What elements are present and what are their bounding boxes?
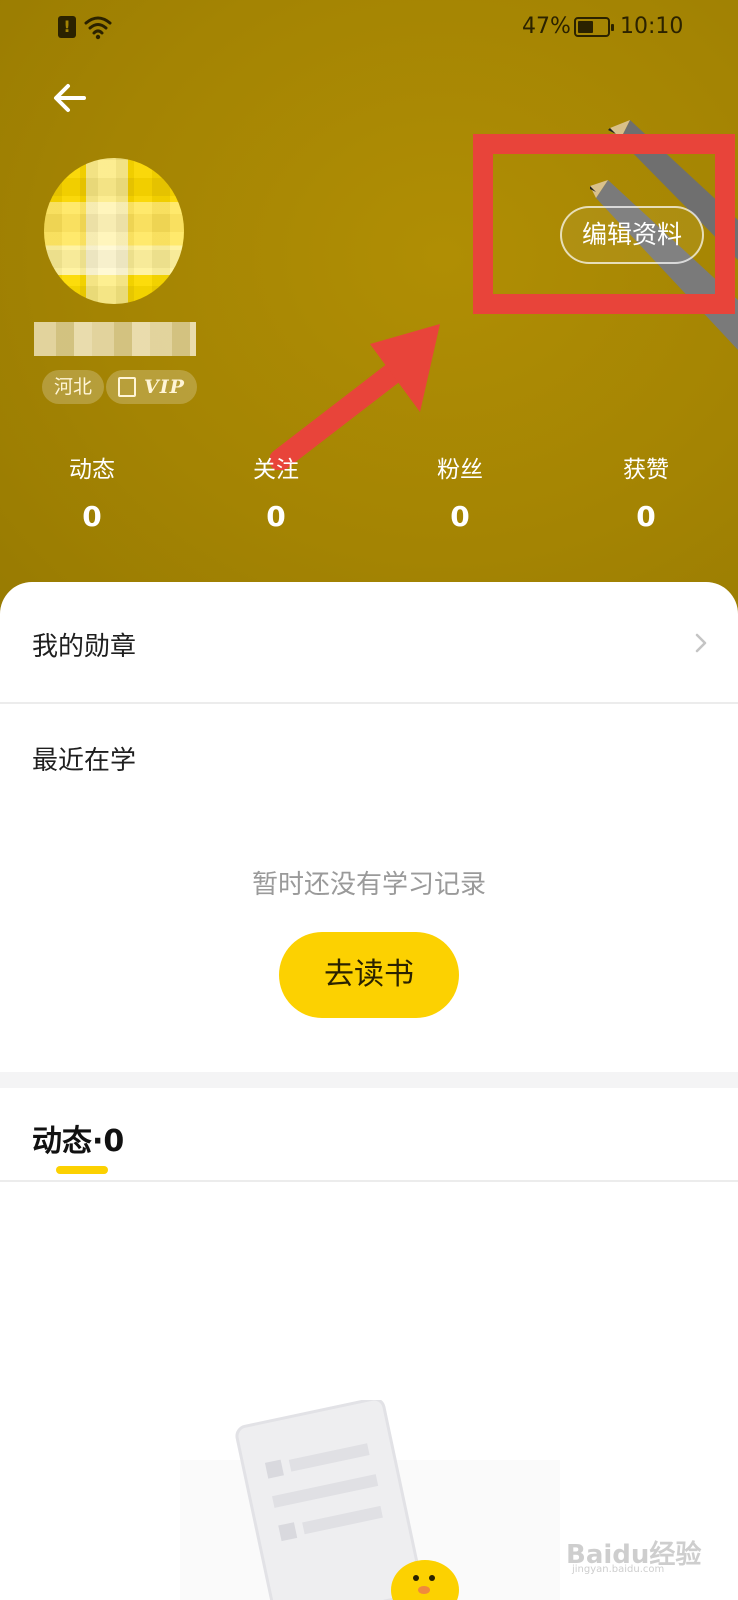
stat-posts[interactable]: 动态 0	[32, 450, 152, 533]
empty-state-illustration	[180, 1400, 560, 1600]
profile-header: ! 47% 10:10 河北 VIP 编辑资料 动态 0 关注 0 粉丝 0 获…	[0, 0, 738, 640]
clock: 10:10	[620, 14, 684, 39]
baidu-watermark: Baidu经验 jingyan.baidu.com	[566, 1520, 726, 1580]
vip-badge[interactable]: VIP	[106, 370, 197, 404]
my-medals-row[interactable]: 我的勋章	[0, 582, 738, 704]
annotation-highlight-box	[473, 134, 735, 314]
alert-icon: !	[58, 16, 76, 38]
stat-label: 动态	[69, 457, 115, 483]
stat-value: 0	[266, 500, 286, 533]
empty-learning-text: 暂时还没有学习记录	[251, 870, 486, 900]
feed-divider	[0, 1180, 738, 1182]
stat-value: 0	[636, 500, 656, 533]
content-card: 我的勋章 最近在学 暂时还没有学习记录 去读书	[0, 582, 738, 1072]
region-tag: 河北	[42, 370, 105, 404]
wifi-icon	[84, 16, 112, 40]
go-read-button[interactable]: 去读书	[279, 932, 459, 1018]
avatar[interactable]	[44, 158, 184, 304]
vip-label: VIP	[144, 376, 185, 398]
stat-following[interactable]: 关注 0	[216, 450, 336, 533]
stat-value: 0	[82, 500, 102, 533]
book-icon	[118, 377, 136, 397]
annotation-arrow-icon	[270, 324, 440, 470]
chevron-right-icon	[695, 633, 707, 653]
tab-active-indicator	[56, 1166, 108, 1174]
battery-percent: 47%	[522, 14, 571, 39]
battery-icon	[574, 17, 614, 37]
battery-level-fill	[578, 21, 593, 33]
stat-label: 粉丝	[437, 457, 483, 483]
status-bar: ! 47% 10:10	[0, 0, 738, 56]
username-blurred	[34, 322, 196, 356]
stat-fans[interactable]: 粉丝 0	[400, 450, 520, 533]
stat-likes[interactable]: 获赞 0	[586, 450, 706, 533]
stat-label: 获赞	[623, 457, 669, 483]
recent-learning-title: 最近在学	[32, 746, 137, 776]
stats-row: 动态 0 关注 0 粉丝 0 获赞 0	[0, 450, 738, 540]
my-medals-label: 我的勋章	[32, 632, 137, 662]
arrow-left-icon	[54, 84, 86, 112]
tab-posts[interactable]: 动态·0	[32, 1116, 124, 1160]
stat-label: 关注	[253, 457, 299, 483]
section-divider	[0, 1072, 738, 1088]
stat-value: 0	[450, 500, 470, 533]
back-button[interactable]	[48, 76, 92, 120]
watermark-url: jingyan.baidu.com	[572, 1564, 665, 1575]
